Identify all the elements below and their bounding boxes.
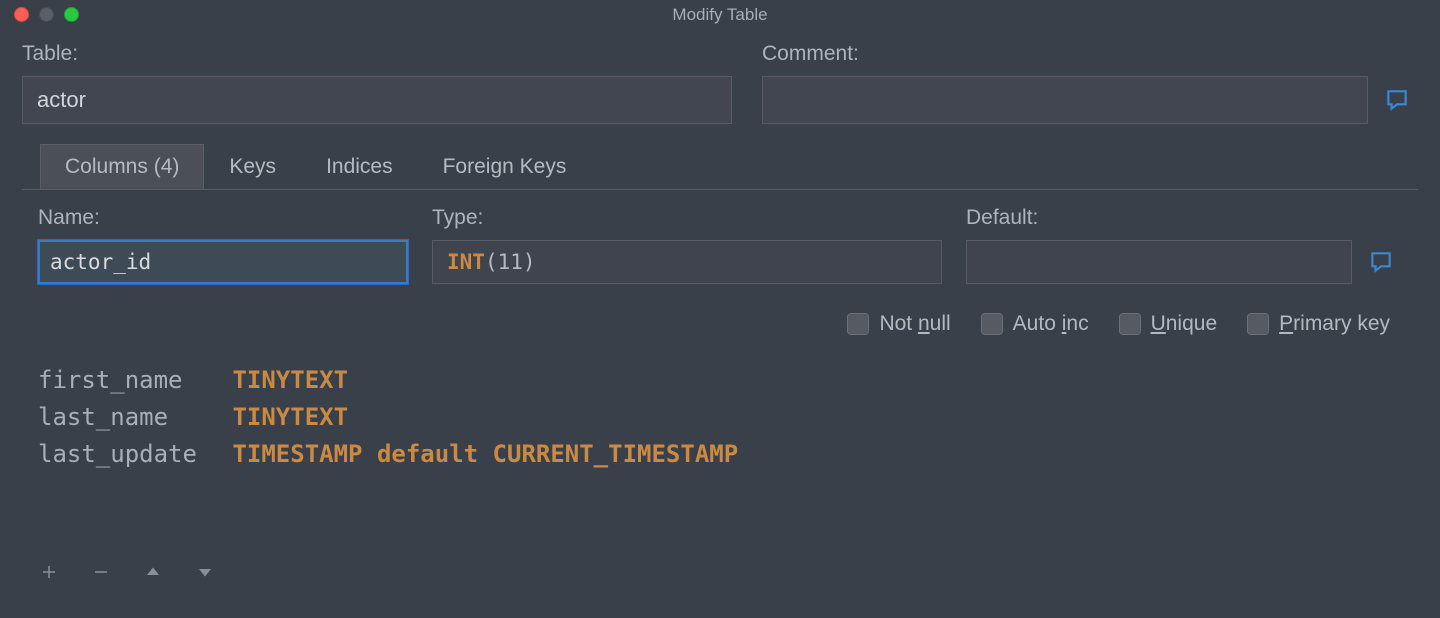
primary-ul: P <box>1279 312 1293 335</box>
table-label: Table: <box>22 42 732 66</box>
unique-checkbox[interactable]: Unique <box>1119 312 1218 336</box>
tab-bar: Columns (4) Keys Indices Foreign Keys <box>40 144 1440 189</box>
comment-label: Comment: <box>762 42 1418 66</box>
auto-inc-checkbox[interactable]: Auto inc <box>981 312 1089 336</box>
column-flags-row: Not null Auto inc Unique Primary key <box>38 312 1402 336</box>
col-type: TIMESTAMP default CURRENT_TIMESTAMP <box>232 440 738 468</box>
table-name-input[interactable] <box>22 76 732 124</box>
window-title: Modify Table <box>10 5 1430 25</box>
type-args: (11) <box>485 250 536 274</box>
columns-panel: Name: Type: INT(11) Default: <box>22 189 1418 589</box>
column-default-input[interactable] <box>966 240 1352 284</box>
remove-column-button[interactable] <box>90 561 112 583</box>
column-default-label: Default: <box>966 206 1402 230</box>
move-down-button[interactable] <box>194 561 216 583</box>
add-column-button[interactable] <box>38 561 60 583</box>
column-name-label: Name: <box>38 206 408 230</box>
not-null-post: ull <box>930 312 951 335</box>
col-name: last_name <box>38 399 218 436</box>
list-item[interactable]: last_name TINYTEXT <box>38 399 1402 436</box>
auto-inc-post: nc <box>1066 312 1088 335</box>
list-toolbar <box>38 561 216 583</box>
col-type: TINYTEXT <box>232 403 348 431</box>
type-keyword: INT <box>447 250 485 274</box>
move-up-button[interactable] <box>142 561 164 583</box>
col-type: TINYTEXT <box>232 366 348 394</box>
list-item[interactable]: last_update TIMESTAMP default CURRENT_TI… <box>38 436 1402 473</box>
unique-ul: U <box>1151 312 1166 335</box>
default-dialog-button[interactable] <box>1360 240 1402 284</box>
list-item[interactable]: first_name TINYTEXT <box>38 362 1402 399</box>
window-controls <box>14 7 79 22</box>
col-name: last_update <box>38 436 218 473</box>
tab-foreign-keys[interactable]: Foreign Keys <box>418 144 592 189</box>
minimize-window-button[interactable] <box>39 7 54 22</box>
primary-key-checkbox[interactable]: Primary key <box>1247 312 1390 336</box>
titlebar: Modify Table <box>0 0 1440 30</box>
auto-inc-pre: Auto <box>1013 312 1062 335</box>
unique-post: nique <box>1166 312 1217 335</box>
column-name-input[interactable] <box>38 240 408 284</box>
column-type-label: Type: <box>432 206 942 230</box>
close-window-button[interactable] <box>14 7 29 22</box>
tab-columns[interactable]: Columns (4) <box>40 144 204 189</box>
primary-post: rimary key <box>1293 312 1390 335</box>
col-name: first_name <box>38 362 218 399</box>
column-type-input[interactable]: INT(11) <box>432 240 942 284</box>
tab-keys[interactable]: Keys <box>204 144 301 189</box>
header-row: Table: Comment: <box>0 30 1440 124</box>
column-detail-row: Name: Type: INT(11) Default: <box>38 206 1402 284</box>
maximize-window-button[interactable] <box>64 7 79 22</box>
not-null-checkbox[interactable]: Not null <box>847 312 950 336</box>
comment-input[interactable] <box>762 76 1368 124</box>
columns-list: first_name TINYTEXT last_name TINYTEXT l… <box>38 362 1402 474</box>
not-null-ul: n <box>918 312 930 335</box>
comment-dialog-button[interactable] <box>1376 76 1418 124</box>
not-null-pre: Not <box>879 312 918 335</box>
tab-indices[interactable]: Indices <box>301 144 418 189</box>
